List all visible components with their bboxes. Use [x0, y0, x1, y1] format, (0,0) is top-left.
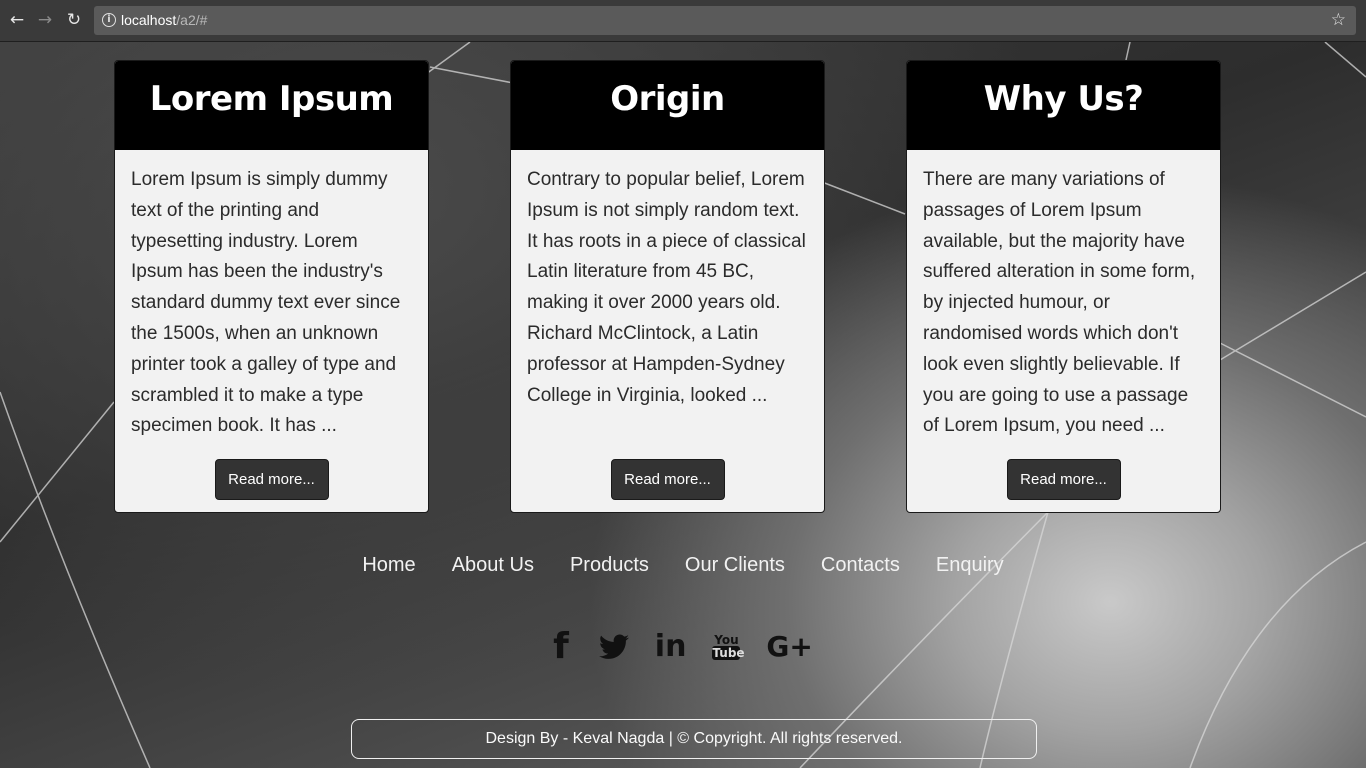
page-background: Lorem Ipsum Lorem Ipsum is simply dummy …	[0, 42, 1366, 768]
read-more-button[interactable]: Read more...	[610, 459, 725, 500]
card-lorem-ipsum: Lorem Ipsum Lorem Ipsum is simply dummy …	[114, 60, 429, 513]
footer-link-products[interactable]: Products	[570, 554, 649, 577]
facebook-icon[interactable]: f	[553, 626, 569, 667]
forward-arrow-icon[interactable]: →	[34, 9, 56, 31]
social-links: f in You Tube G+	[0, 626, 1366, 667]
card-title: Lorem Ipsum	[149, 78, 394, 119]
youtube-icon-bottom: Tube	[712, 645, 745, 660]
card-title: Why Us?	[983, 78, 1144, 119]
linkedin-icon[interactable]: in	[655, 629, 687, 664]
info-icon[interactable]: i	[102, 13, 116, 27]
footer-link-home[interactable]: Home	[362, 554, 415, 577]
footer-link-contacts[interactable]: Contacts	[821, 554, 900, 577]
read-more-button[interactable]: Read more...	[214, 459, 329, 500]
google-plus-icon[interactable]: G+	[766, 630, 812, 663]
footer-link-our-clients[interactable]: Our Clients	[685, 554, 785, 577]
card-header: Lorem Ipsum	[115, 61, 428, 150]
url-text[interactable]: localhost/a2/#	[121, 12, 207, 28]
url-path: /a2/#	[176, 12, 208, 28]
browser-toolbar: ← → ↻ i localhost/a2/# ☆	[0, 0, 1366, 42]
card-text: Lorem Ipsum is simply dummy text of the …	[131, 169, 401, 437]
read-more-button[interactable]: Read more...	[1006, 459, 1121, 500]
footer-link-enquiry[interactable]: Enquiry	[936, 554, 1004, 577]
card-why-us: Why Us? There are many variations of pas…	[906, 60, 1221, 513]
address-bar[interactable]: i localhost/a2/# ☆	[94, 6, 1356, 35]
bookmark-star-icon[interactable]: ☆	[1331, 10, 1346, 30]
copyright-notice: Design By - Keval Nagda | © Copyright. A…	[351, 719, 1037, 759]
card-origin: Origin Contrary to popular belief, Lorem…	[510, 60, 825, 513]
url-host: localhost	[121, 12, 177, 28]
card-header: Why Us?	[907, 61, 1220, 150]
card-header: Origin	[511, 61, 824, 150]
footer-link-about-us[interactable]: About Us	[452, 554, 534, 577]
card-title: Origin	[610, 78, 725, 119]
reload-icon[interactable]: ↻	[63, 9, 85, 31]
twitter-icon[interactable]	[598, 634, 629, 660]
youtube-icon[interactable]: You Tube	[712, 632, 745, 660]
back-arrow-icon[interactable]: ←	[6, 9, 28, 31]
footer-nav: Home About Us Products Our Clients Conta…	[0, 554, 1366, 577]
card-text: Contrary to popular belief, Lorem Ipsum …	[527, 169, 806, 406]
youtube-icon-top: You	[714, 632, 739, 647]
card-text: There are many variations of passages of…	[923, 169, 1196, 437]
